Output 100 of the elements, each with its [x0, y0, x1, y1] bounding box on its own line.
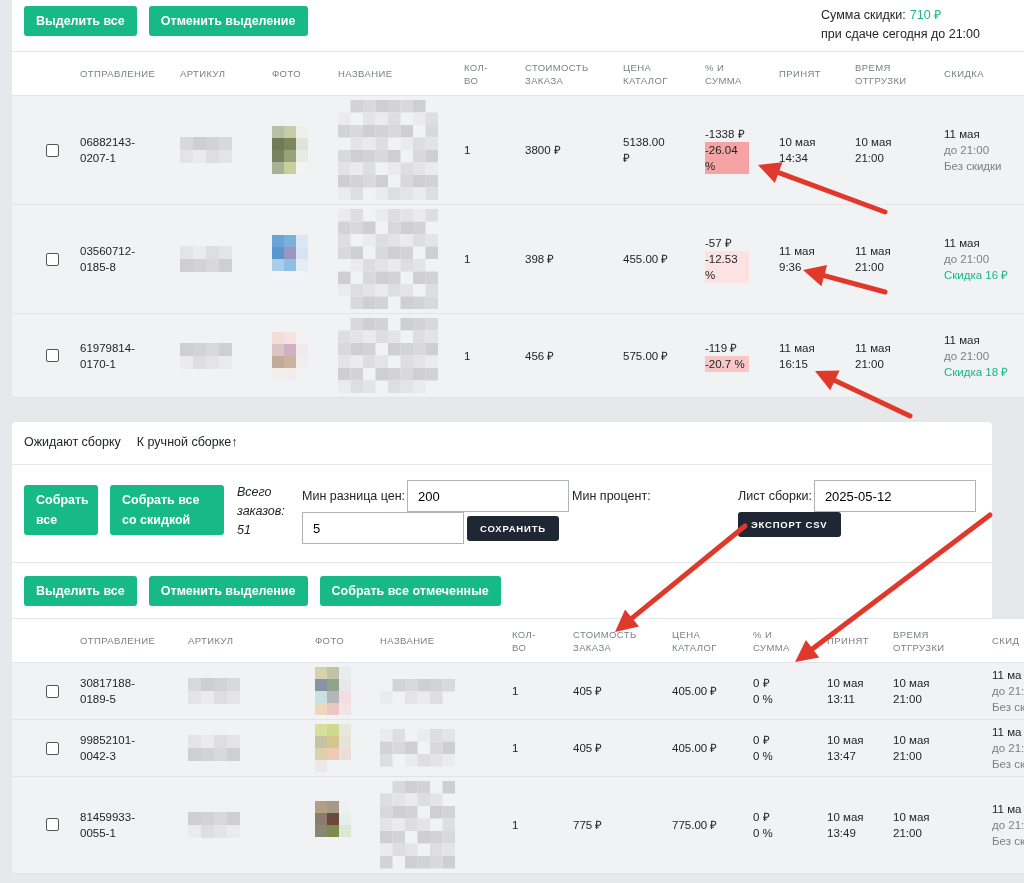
column-header: СКИД: [992, 634, 1020, 647]
column-header: СТОИМОСТЬ ЗАКАЗА: [573, 627, 637, 654]
quantity: 1: [512, 684, 519, 699]
shipment-number: 03560712-0185-8: [80, 244, 136, 275]
catalog-price: 405.00 ₽: [672, 684, 718, 699]
price-difference: 0 ₽: [753, 809, 770, 825]
percent-badge: -20.7 %: [705, 355, 749, 372]
price-difference: -119 ₽: [705, 340, 738, 356]
column-header: ФОТО: [272, 67, 301, 80]
quantity: 1: [464, 143, 471, 158]
column-header: ВРЕМЯ ОТГРУЗКИ: [855, 60, 907, 87]
input-field[interactable]: 5: [302, 512, 464, 544]
catalog-price: 575.00 ₽: [623, 348, 669, 364]
save-button[interactable]: СОХРАНИТЬ: [467, 515, 559, 541]
shipping-time: 10 мая 21:00: [893, 809, 931, 841]
percent-difference: 0 %: [753, 692, 773, 707]
discount-status: Скидка 18 ₽: [944, 364, 1009, 380]
catalog-price: 5138.00 ₽: [623, 135, 666, 166]
column-header: СКИДКА: [944, 67, 984, 80]
field-label: Лист сборки:: [738, 489, 812, 503]
catalog-price: 775.00 ₽: [672, 817, 718, 833]
discount-date: 11 мая: [944, 236, 980, 251]
column-header: ВРЕМЯ ОТГРУЗКИ: [893, 627, 945, 654]
input-field[interactable]: 200: [407, 480, 570, 512]
column-header: ПРИНЯТ: [827, 634, 869, 647]
order-cost: 3800 ₽: [525, 143, 561, 158]
price-difference: -57 ₽: [705, 236, 732, 251]
redacted-text: [188, 735, 240, 761]
percent-badge: -12.53 %: [705, 251, 749, 283]
column-header: КОЛ- ВО: [464, 60, 488, 87]
discount-date: 11 мая: [944, 332, 980, 348]
quantity: 1: [512, 817, 519, 833]
checkbox[interactable]: [45, 252, 59, 266]
accepted-time: 11 мая 16:15: [779, 340, 816, 372]
catalog-price: 405.00 ₽: [672, 741, 718, 756]
column-header: СТОИМОСТЬ ЗАКАЗА: [525, 60, 589, 87]
shipping-time: 11 мая 21:00: [855, 340, 892, 372]
column-header: КОЛ- ВО: [512, 627, 536, 654]
column-header: % И СУММА: [705, 60, 742, 87]
price-difference: 0 ₽: [753, 676, 770, 691]
discount-date: 11 ма: [992, 668, 1022, 683]
discount-deadline: до 21:00: [944, 348, 990, 364]
order-cost: 405 ₽: [573, 684, 603, 699]
quantity: 1: [464, 348, 471, 364]
shipment-number: 06882143-0207-1: [80, 135, 136, 166]
quantity: 1: [512, 741, 519, 756]
discount-date: 11 ма: [992, 725, 1022, 740]
percent-badge: -26.04 %: [705, 142, 749, 174]
checkbox[interactable]: [45, 349, 59, 362]
column-header: АРТИКУЛ: [188, 634, 234, 647]
catalog-price: 455.00 ₽: [623, 252, 669, 267]
accepted-time: 10 мая 14:34: [779, 135, 817, 166]
discount-note: при сдаче сегодня до 21:00: [821, 26, 980, 43]
export-button[interactable]: ЭКСПОРТ CSV: [738, 512, 841, 537]
accepted-time: 10 мая 13:49: [827, 809, 865, 841]
order-cost: 398 ₽: [525, 252, 555, 267]
column-header: НАЗВАНИЕ: [338, 67, 393, 80]
discount-deadline: до 21:: [992, 684, 1024, 699]
discount-deadline: до 21:00: [944, 252, 990, 267]
checkbox[interactable]: [45, 143, 59, 157]
redacted-text: [188, 678, 240, 704]
column-header: ПРИНЯТ: [779, 67, 821, 80]
shipment-number: 30817188-0189-5: [80, 676, 136, 707]
discount-sum-value: 710 ₽: [909, 8, 942, 22]
tab[interactable]: Ожидают сборку: [24, 435, 121, 452]
percent-difference: 0 %: [753, 749, 773, 764]
order-cost: 456 ₽: [525, 348, 555, 364]
discount-deadline: до 21:: [992, 741, 1024, 756]
column-header: % И СУММА: [753, 627, 790, 654]
column-header: ЦЕНА КАТАЛОГ: [672, 627, 717, 654]
checkbox[interactable]: [45, 818, 59, 832]
discount-status: Без скидки: [944, 159, 1002, 174]
tab[interactable]: К ручной сборке↑: [136, 435, 238, 452]
discount-deadline: до 21:: [992, 817, 1024, 833]
checkbox[interactable]: [45, 684, 59, 698]
accepted-time: 11 мая 9:36: [779, 244, 816, 275]
discount-sum-label: Сумма скидки:: [821, 8, 906, 22]
column-header: ОТПРАВЛЕНИЕ: [80, 634, 156, 647]
shipping-time: 11 мая 21:00: [855, 244, 892, 275]
order-cost: 405 ₽: [573, 741, 603, 756]
column-header: НАЗВАНИЕ: [380, 634, 435, 647]
accepted-time: 10 мая 13:47: [827, 733, 865, 764]
orders-total: Всего заказов: 51: [237, 484, 286, 539]
quantity: 1: [464, 252, 471, 267]
discount-deadline: до 21:00: [944, 143, 990, 158]
shipping-time: 10 мая 21:00: [893, 676, 931, 707]
shipping-time: 10 мая 21:00: [893, 733, 931, 764]
shipping-time: 10 мая 21:00: [855, 135, 893, 166]
redacted-text: [180, 246, 232, 272]
shipment-number: 61979814-0170-1: [80, 340, 136, 372]
checkbox[interactable]: [45, 741, 59, 755]
order-cost: 775 ₽: [573, 817, 603, 833]
percent-difference: 0 %: [753, 825, 773, 841]
discount-status: Скидка 16 ₽: [944, 268, 1009, 283]
date-field[interactable]: 2025-05-12: [813, 480, 976, 512]
field-label: Мин разница цен:: [302, 489, 406, 503]
shipment-number: 99852101-0042-3: [80, 733, 136, 764]
redacted-text: [180, 342, 232, 369]
discount-date: 11 мая: [944, 127, 980, 142]
column-header: ЦЕНА КАТАЛОГ: [623, 60, 668, 87]
